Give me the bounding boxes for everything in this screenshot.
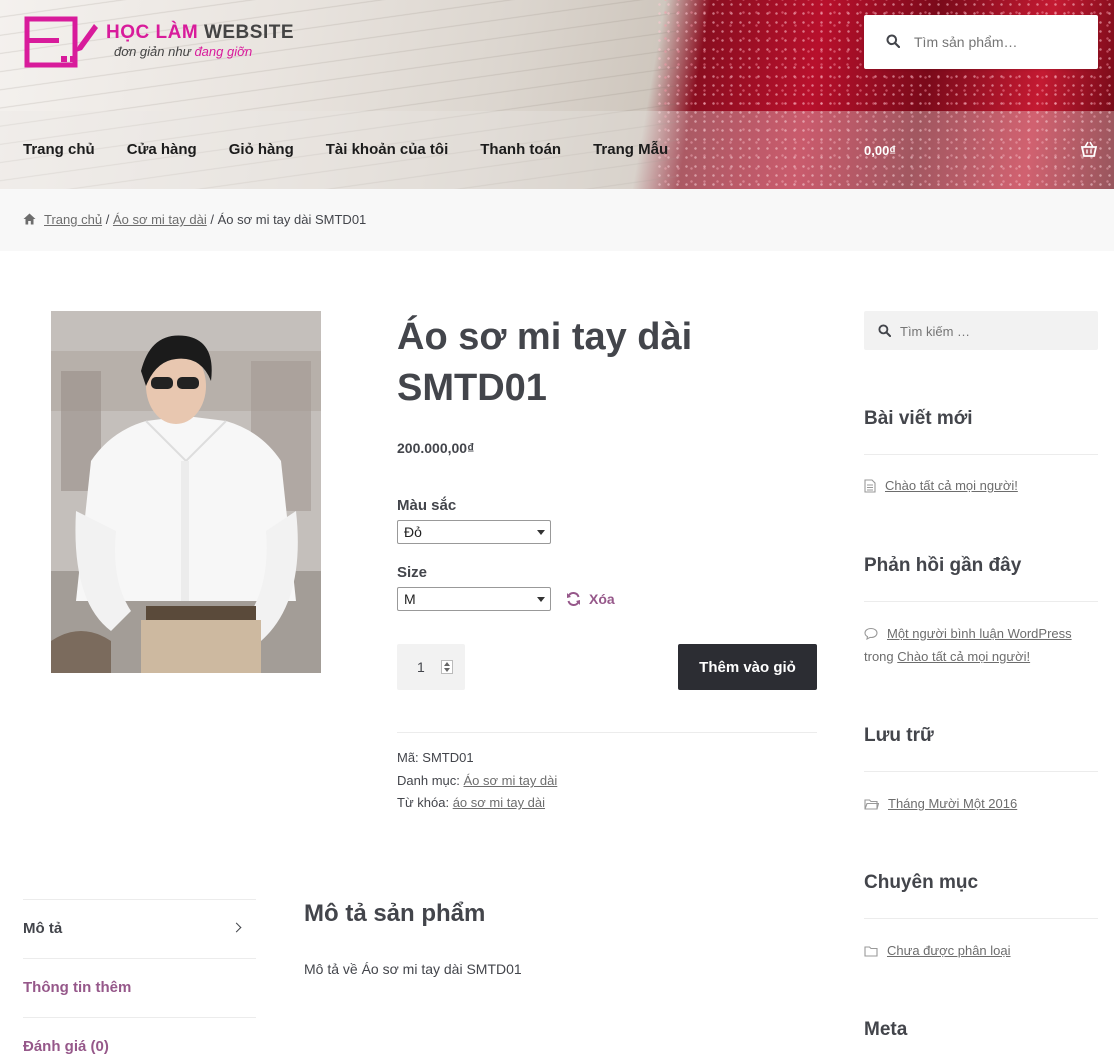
chevron-down-icon [537, 597, 545, 602]
nav-item-home[interactable]: Trang chủ [23, 141, 95, 158]
breadcrumb-trail: Trang chủ / Áo sơ mi tay dài / Áo sơ mi … [44, 212, 366, 227]
widget-archives-title: Lưu trữ [864, 725, 934, 746]
logo-brand-part1: HỌC LÀM [106, 22, 199, 43]
archive-link[interactable]: Tháng Mười Một 2016 [888, 796, 1017, 811]
reset-variations-label: Xóa [589, 591, 615, 607]
description-text: Mô tả về Áo sơ mi tay dài SMTD01 [304, 961, 522, 977]
shopping-basket-icon[interactable] [1080, 140, 1098, 158]
tag-link[interactable]: áo sơ mi tay dài [453, 795, 545, 810]
category-link[interactable]: Áo sơ mi tay dài [464, 773, 558, 788]
tab-reviews-label: Đánh giá (0) [23, 1038, 109, 1055]
sku-value: SMTD01 [422, 750, 474, 765]
product-photo-illustration [51, 311, 321, 673]
tab-description-label: Mô tả [23, 920, 63, 937]
nav-item-sample-page[interactable]: Trang Mẫu [593, 141, 668, 158]
add-to-cart-button[interactable]: Thêm vào giỏ [678, 644, 817, 690]
quantity-value: 1 [417, 659, 425, 675]
product-sku: Mã: SMTD01 [397, 750, 474, 765]
product-search-input[interactable] [914, 31, 1084, 53]
logo-text: HỌC LÀM WEBSITE [106, 22, 294, 44]
widget-recent-comments-title: Phản hồi gần đây [864, 555, 1022, 576]
tag-label: Từ khóa: [397, 795, 450, 810]
category-widget-link[interactable]: Chưa được phân loại [887, 943, 1011, 958]
folder-icon [864, 798, 879, 810]
recent-comment-target: trong Chào tất cả mọi người! [864, 649, 1030, 664]
description-heading: Mô tả sản phẩm [304, 900, 486, 927]
product-image[interactable] [51, 311, 321, 673]
color-select[interactable]: Đỏ [397, 520, 551, 544]
widget-divider [864, 918, 1098, 919]
quantity-spinner-arrows[interactable] [441, 660, 453, 674]
tagline-part2: đang giỡn [194, 44, 253, 59]
tab-reviews[interactable]: Đánh giá (0) [23, 1017, 256, 1058]
size-attribute-label: Size [397, 564, 428, 581]
product-tabs: Mô tả Thông tin thêm Đánh giá (0) [23, 899, 256, 1058]
archive-item: Tháng Mười Một 2016 [864, 796, 1017, 811]
product-search-box [864, 15, 1098, 69]
comment-author-link[interactable]: Một người bình luận WordPress [887, 626, 1072, 641]
search-icon [878, 324, 891, 337]
comment-post-link[interactable]: Chào tất cả mọi người! [897, 649, 1030, 664]
product-price: 200.000,00₫ [397, 440, 475, 456]
product-title: Áo sơ mi tay dài SMTD01 [397, 316, 693, 409]
breadcrumb-category-link[interactable]: Áo sơ mi tay dài [113, 212, 207, 227]
nav-item-my-account[interactable]: Tài khoản của tôi [326, 141, 449, 158]
product-tag: Từ khóa: áo sơ mi tay dài [397, 795, 545, 810]
tagline-part1: đơn giản như [114, 44, 191, 59]
sidebar-search-box [864, 311, 1098, 350]
breadcrumb-current: Áo sơ mi tay dài SMTD01 [217, 212, 367, 227]
chevron-right-icon [231, 922, 242, 933]
summary-divider [397, 732, 817, 733]
primary-navigation: Trang chủ Cửa hàng Giỏ hàng Tài khoản củ… [23, 141, 700, 158]
comment-on-label: trong [864, 649, 894, 664]
logo-mark-icon [24, 16, 98, 68]
widget-divider [864, 454, 1098, 455]
widget-meta-title: Meta [864, 1019, 908, 1040]
folder-icon [864, 945, 878, 957]
category-label: Danh mục: [397, 773, 460, 788]
tab-description[interactable]: Mô tả [23, 899, 256, 958]
header-cart-total[interactable]: 0,00₫ [864, 143, 896, 158]
widget-recent-posts-title: Bài viết mới [864, 408, 973, 429]
color-attribute-label: Màu sắc [397, 497, 457, 514]
tab-additional-information-label: Thông tin thêm [23, 979, 132, 996]
widget-categories-title: Chuyên mục [864, 872, 979, 893]
comment-icon [864, 627, 878, 640]
size-select[interactable]: M [397, 587, 551, 611]
nav-item-cart[interactable]: Giỏ hàng [229, 141, 294, 158]
sku-label: Mã: [397, 750, 419, 765]
tab-additional-information[interactable]: Thông tin thêm [23, 958, 256, 1017]
reset-variations-link[interactable]: Xóa [566, 591, 615, 607]
sidebar-search-input[interactable] [900, 321, 1080, 341]
product-category: Danh mục: Áo sơ mi tay dài [397, 773, 557, 788]
widget-divider [864, 601, 1098, 602]
logo-tagline: đơn giản như đang giỡn [114, 44, 252, 59]
category-item: Chưa được phân loại [864, 943, 1011, 958]
chevron-down-icon [537, 530, 545, 535]
site-logo[interactable]: HỌC LÀM WEBSITE đơn giản như đang giỡn [22, 14, 293, 70]
breadcrumb-separator: / [105, 212, 110, 227]
site-header: HỌC LÀM WEBSITE đơn giản như đang giỡn T… [0, 0, 1114, 189]
quantity-stepper[interactable]: 1 [397, 644, 465, 690]
nav-item-shop[interactable]: Cửa hàng [127, 141, 197, 158]
widget-divider [864, 771, 1098, 772]
breadcrumb-separator: / [210, 212, 214, 227]
recent-post-item: Chào tất cả mọi người! [864, 478, 1018, 493]
home-icon [23, 213, 36, 225]
recent-post-link[interactable]: Chào tất cả mọi người! [885, 478, 1018, 493]
nav-item-checkout[interactable]: Thanh toán [480, 141, 561, 158]
recent-comment-item: Một người bình luận WordPress [864, 626, 1072, 641]
color-select-value: Đỏ [404, 524, 422, 540]
breadcrumb: Trang chủ / Áo sơ mi tay dài / Áo sơ mi … [0, 189, 1114, 251]
refresh-icon [567, 592, 580, 606]
search-icon [886, 34, 900, 48]
size-select-value: M [404, 591, 416, 607]
logo-brand-part2: WEBSITE [203, 22, 294, 43]
breadcrumb-home-link[interactable]: Trang chủ [44, 212, 102, 227]
document-icon [864, 478, 876, 493]
